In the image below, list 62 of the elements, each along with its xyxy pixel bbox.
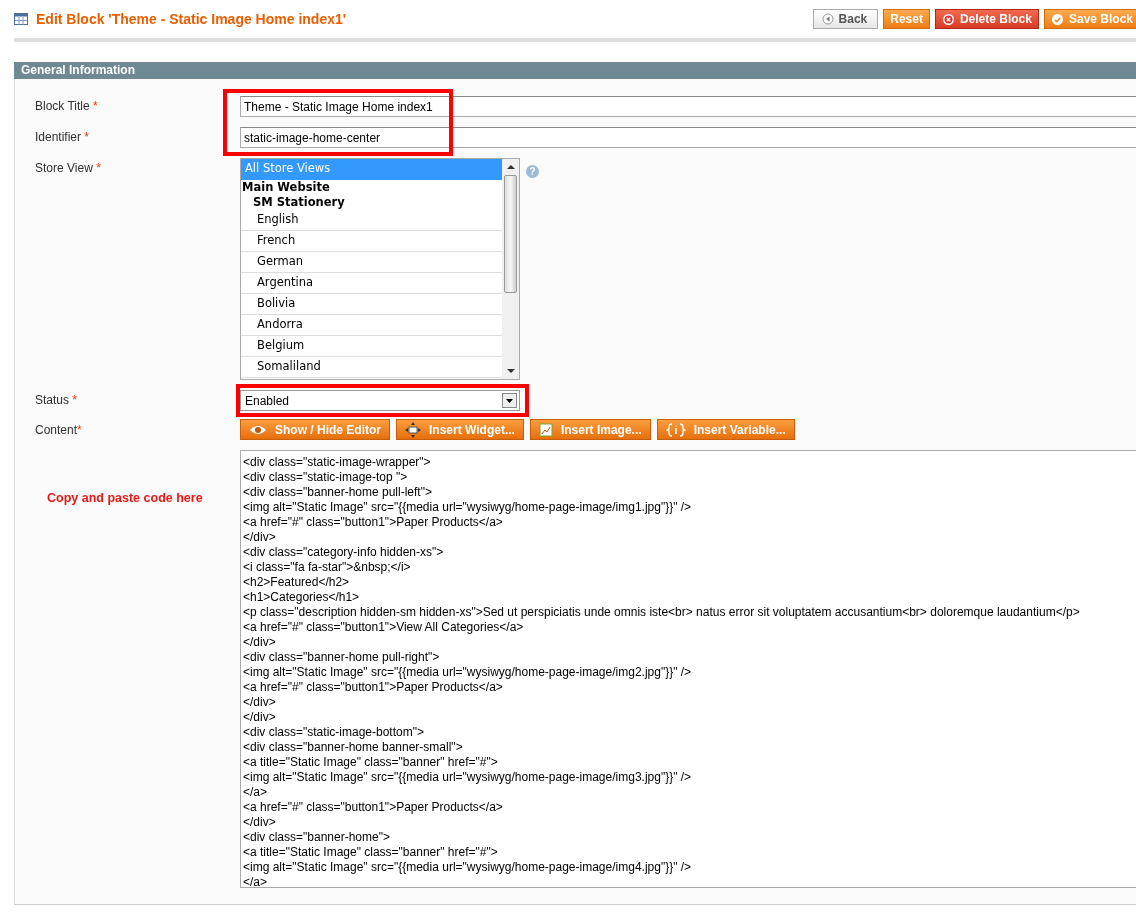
list-option[interactable]: French <box>241 231 502 252</box>
content-editor[interactable] <box>240 450 1136 888</box>
code-line: <a href="#" class="button1">Paper Products</a> <box>243 680 504 695</box>
move-arrows-icon <box>405 421 421 438</box>
list-option[interactable]: German <box>241 252 502 273</box>
scrollbar[interactable] <box>502 159 519 379</box>
code-line: </div> <box>243 695 277 710</box>
action-button[interactable]: Back <box>812 9 879 29</box>
field-label: Status * <box>35 392 79 409</box>
code-line: <div class="banner-home"> <box>243 830 391 845</box>
code-line: </div> <box>243 815 277 830</box>
code-line: <img alt="Static Image" src="{{media url="wysiwyg/home-page-image/img2.jpg"}}" /> <box>243 665 693 680</box>
code-line: <a href="#" class="button1">View All Categories</a> <box>243 620 525 635</box>
store-view-list[interactable]: All Store Views Main Website SM Stationery English French German Argentina Bolivia Andorra Belgium Somaliland <box>240 158 520 380</box>
code-line: <div class="static-image-bottom"> <box>243 725 425 740</box>
code-line: <a href="#" class="button1">Paper Products</a> <box>243 515 504 530</box>
image-icon <box>538 422 553 437</box>
code-line: <div class="banner-home banner-small"> <box>243 740 464 755</box>
code-line: <div class="static-image-wrapper"> <box>243 455 432 470</box>
code-line: <i class="fa fa-star">&nbsp;</i> <box>243 560 412 575</box>
page-title: Edit Block 'Theme - Static Image Home index1' <box>36 11 348 27</box>
list-option[interactable]: English <box>241 210 502 231</box>
instruction-note: Copy and paste code here <box>47 491 203 505</box>
grid-icon <box>14 13 28 25</box>
code-line: </div> <box>243 710 277 725</box>
code-line: <img alt="Static Image" src="{{media url="wysiwyg/home-page-image/img4.jpg"}}" /> <box>243 860 693 875</box>
code-line: <img alt="Static Image" src="{{media url="wysiwyg/home-page-image/img3.jpg"}}" /> <box>243 770 693 785</box>
code-line: <div class="banner-home pull-right"> <box>243 650 441 665</box>
list-option[interactable]: Bolivia <box>241 294 502 315</box>
code-line: <div class="static-image-top "> <box>243 470 409 485</box>
close-icon <box>941 12 955 26</box>
code-line: <img alt="Static Image" src="{{media url="wysiwyg/home-page-image/img1.jpg"}}" /> <box>243 500 693 515</box>
list-option[interactable]: Andorra <box>241 315 502 336</box>
code-line: </a> <box>243 785 269 800</box>
code-line: </div> <box>243 530 277 545</box>
identifier-field[interactable]: static-image-home-center <box>240 127 1136 148</box>
code-line: <div class="banner-home pull-left"> <box>243 485 433 500</box>
code-line: <a href="#" class="button1">Paper Products</a> <box>243 800 504 815</box>
list-option[interactable]: Belgium <box>241 336 502 357</box>
field-label: Identifier * <box>35 129 91 146</box>
list-option[interactable]: Argentina <box>241 273 502 294</box>
code-line: <h2>Featured</h2> <box>243 575 351 590</box>
code-line: <h1>Categories</h1> <box>243 590 361 605</box>
code-line: <div class="category-info hidden-xs"> <box>243 545 445 560</box>
code-line: <a title="Static Image" class="banner" href="#"> <box>243 755 499 770</box>
status-dropdown[interactable]: Enabled <box>240 390 520 411</box>
code-line: </a> <box>243 875 269 887</box>
option-group[interactable]: Main Website <box>241 180 502 195</box>
option-group[interactable]: SM Stationery <box>241 195 502 210</box>
block-title-field[interactable]: Theme - Static Image Home index1 <box>240 96 1136 117</box>
field-label: Block Title * <box>35 98 99 115</box>
list-option[interactable]: Somaliland <box>241 357 502 378</box>
code-line: </div> <box>243 635 277 650</box>
checkmark-icon <box>1050 12 1064 26</box>
field-label: Content* <box>35 422 83 439</box>
eye-icon <box>249 423 267 436</box>
action-button[interactable]: Delete Block <box>934 9 1039 29</box>
section-header: General Information <box>14 62 1136 79</box>
code-line: <a title="Static Image" class="banner" href="#"> <box>243 845 499 860</box>
code-line: <p class="description hidden-sm hidden-xs">Sed ut perspiciatis unde omnis iste<br> natus error sit voluptatem accusantium<br> doloremque laudantium</p> <box>243 605 1081 620</box>
field-label: Store View * <box>35 160 102 177</box>
braces-icon <box>665 422 686 437</box>
